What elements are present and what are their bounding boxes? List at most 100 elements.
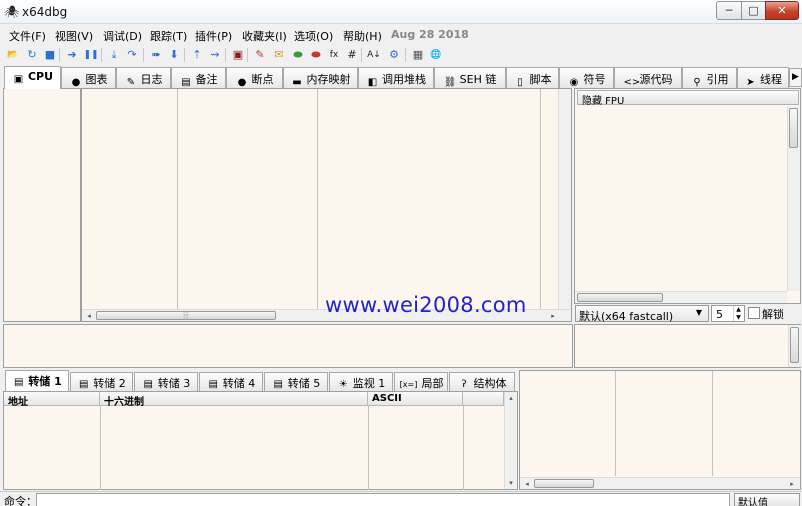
- menu-view[interactable]: 视图(V): [55, 28, 93, 44]
- tab-label: 日志: [140, 73, 163, 86]
- pause-icon[interactable]: ❚❚: [83, 47, 99, 63]
- dump-column-ascii[interactable]: ASCII: [368, 392, 463, 406]
- bookmark-icon[interactable]: ⬬: [308, 47, 324, 63]
- execute-till-return-icon[interactable]: ⇡: [189, 47, 205, 63]
- scroll-right-icon[interactable]: ▸: [786, 478, 798, 490]
- scroll-thumb[interactable]: [789, 108, 798, 148]
- font-icon[interactable]: A↓: [366, 47, 382, 63]
- argument-count-spinbox[interactable]: 5 ▲ ▼: [711, 305, 745, 322]
- dump-tab-5[interactable]: ▤ 转储 5: [264, 372, 328, 391]
- restart-icon[interactable]: ↻: [24, 47, 40, 63]
- menu-debug[interactable]: 调试(D): [103, 28, 142, 44]
- dump-column-address[interactable]: 地址: [4, 392, 100, 408]
- scroll-left-icon[interactable]: ◂: [83, 310, 95, 322]
- trace-into-icon[interactable]: ➠: [148, 47, 164, 63]
- minimize-button[interactable]: ─: [716, 1, 742, 20]
- settings-icon[interactable]: ⚙: [386, 47, 402, 63]
- scroll-down-icon[interactable]: ▾: [505, 477, 517, 489]
- menu-trace[interactable]: 跟踪(T): [150, 28, 187, 44]
- scroll-thumb[interactable]: [790, 327, 799, 363]
- dump-column-hex[interactable]: 十六进制: [100, 392, 368, 408]
- dump-tab-2[interactable]: ▤ 转储 2: [70, 372, 133, 391]
- close-button[interactable]: ✕: [765, 1, 799, 20]
- open-icon[interactable]: 📂: [5, 47, 21, 63]
- calculator-icon[interactable]: ▦: [410, 47, 426, 63]
- patch-icon[interactable]: ✎: [252, 47, 268, 63]
- tab-scroll-right-icon[interactable]: ▶: [789, 68, 802, 87]
- globe-icon[interactable]: 🌐: [428, 47, 444, 63]
- command-input[interactable]: [36, 493, 730, 506]
- stack-pane[interactable]: ◂ ▸: [519, 370, 801, 490]
- tab-notes[interactable]: ▤ 备注: [171, 67, 226, 88]
- registers-vertical-scrollbar[interactable]: [787, 106, 800, 291]
- registers-horizontal-scrollbar[interactable]: [575, 291, 787, 303]
- scroll-up-icon[interactable]: ▴: [505, 392, 517, 404]
- spin-up-icon[interactable]: ▲: [733, 306, 743, 313]
- tab-graph[interactable]: ● 图表: [61, 67, 116, 88]
- run-to-user-code-icon[interactable]: ⇝: [207, 47, 223, 63]
- info-pane[interactable]: [3, 324, 573, 368]
- dump-icon: ▤: [273, 379, 283, 390]
- scroll-thumb[interactable]: [577, 293, 663, 302]
- menu-help[interactable]: 帮助(H): [343, 28, 382, 44]
- hash-icon[interactable]: #: [344, 47, 360, 63]
- scroll-left-icon[interactable]: ◂: [521, 478, 533, 490]
- tab-references[interactable]: ⚲ 引用: [682, 67, 737, 88]
- spin-down-icon[interactable]: ▼: [733, 314, 743, 321]
- function-icon[interactable]: fx: [326, 47, 342, 63]
- scroll-right-icon[interactable]: ▸: [547, 310, 559, 322]
- tab-threads[interactable]: ➤ 线程: [737, 67, 789, 88]
- dump-pane[interactable]: 地址 十六进制 ASCII ▴ ▾: [3, 391, 518, 490]
- tab-script[interactable]: ▯ 脚本: [506, 67, 559, 88]
- tab-memory-map[interactable]: ▬ 内存映射: [283, 67, 358, 88]
- dump-tab-1[interactable]: ▤ 转储 1: [5, 370, 69, 391]
- trace-over-icon[interactable]: ⬇: [166, 47, 182, 63]
- hide-fpu-button[interactable]: 隐藏 FPU: [577, 90, 799, 107]
- menu-plugins[interactable]: 插件(P): [195, 28, 232, 44]
- disassembly-vertical-scrollbar[interactable]: [558, 89, 571, 309]
- calling-convention-select[interactable]: 默认(x64 fastcall) ▼: [575, 305, 709, 323]
- struct-icon: ʔ: [461, 379, 467, 390]
- step-over-icon[interactable]: ↷: [124, 47, 140, 63]
- tab-seh-chain[interactable]: ⛓ SEH 链: [434, 67, 506, 88]
- title-bar[interactable]: [0, 0, 802, 24]
- tab-label: 断点: [251, 73, 274, 86]
- lock-checkbox[interactable]: [748, 307, 760, 319]
- dump-tab-6[interactable]: ☀ 监视 1: [329, 372, 393, 391]
- registers-pane[interactable]: 隐藏 FPU: [574, 88, 801, 304]
- comment-icon[interactable]: ✉: [271, 47, 287, 63]
- tab-cpu[interactable]: ▣ CPU: [4, 66, 61, 89]
- dump-tab-8[interactable]: ʔ 结构体: [449, 372, 515, 391]
- dump-tab-label: 转储 5: [287, 377, 321, 390]
- dump-column-extra[interactable]: [463, 392, 504, 406]
- tab-log[interactable]: ✎ 日志: [116, 67, 171, 88]
- command-label: 命令：: [4, 495, 37, 506]
- dump-tab-4[interactable]: ▤ 转储 4: [199, 372, 263, 391]
- disassembly-pane[interactable]: ◂ ⦙⦙⦙ ▸: [81, 88, 572, 322]
- tab-symbols[interactable]: ◉ 符号: [559, 67, 614, 88]
- step-into-icon[interactable]: ⤓: [106, 47, 122, 63]
- tab-breakpoint[interactable]: ● 断点: [226, 67, 283, 88]
- scroll-thumb[interactable]: [534, 479, 594, 488]
- arguments-pane[interactable]: [574, 324, 801, 368]
- dump-vertical-scrollbar[interactable]: ▴ ▾: [504, 392, 517, 489]
- menu-file[interactable]: 文件(F): [9, 28, 46, 44]
- maximize-button[interactable]: □: [741, 1, 766, 20]
- menu-options[interactable]: 选项(O): [294, 28, 333, 44]
- tab-source[interactable]: <>源代码: [614, 67, 682, 88]
- scroll-thumb[interactable]: ⦙⦙⦙: [96, 311, 276, 320]
- menu-favourites[interactable]: 收藏夹(I): [242, 28, 287, 44]
- calling-convention-value: 默认(x64 fastcall): [579, 310, 674, 323]
- scylla-icon[interactable]: ▣: [230, 47, 246, 63]
- run-icon[interactable]: ➜: [64, 47, 80, 63]
- tab-label: 脚本: [529, 73, 552, 86]
- label-icon[interactable]: ⬬: [290, 47, 306, 63]
- tab-call-stack[interactable]: ◧ 调用堆栈: [358, 67, 434, 88]
- stack-horizontal-scrollbar[interactable]: ◂ ▸: [520, 477, 800, 489]
- cpu-sidebar-gutter[interactable]: [3, 88, 81, 322]
- arguments-vertical-scrollbar[interactable]: [788, 325, 801, 367]
- dump-tab-7[interactable]: [x=] 局部: [394, 372, 448, 391]
- dump-tab-3[interactable]: ▤ 转储 3: [134, 372, 198, 391]
- command-mode-select[interactable]: 默认值: [734, 493, 800, 506]
- stop-icon[interactable]: ■: [42, 47, 58, 63]
